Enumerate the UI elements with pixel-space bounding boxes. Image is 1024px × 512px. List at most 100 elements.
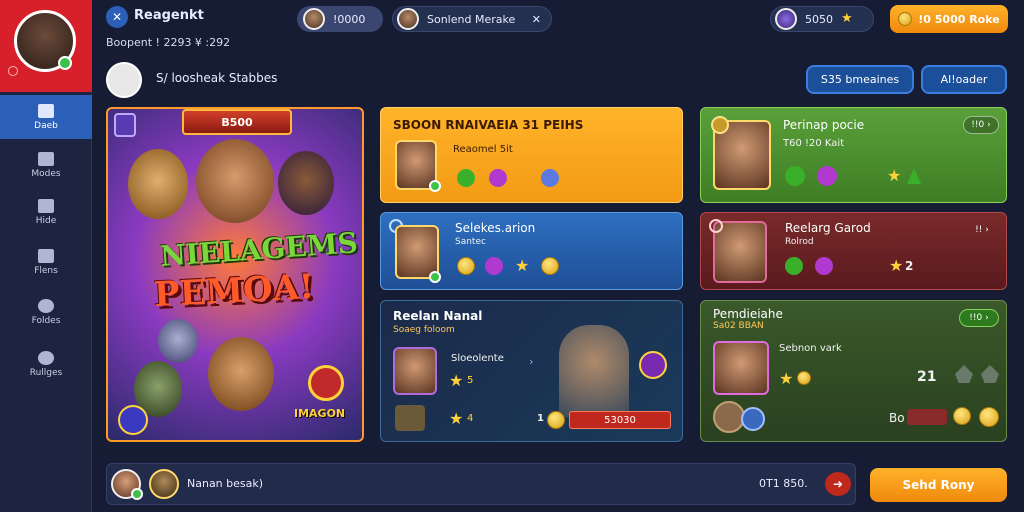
house-icon [981, 365, 999, 383]
hero-badge: B500 [182, 109, 292, 135]
opponent-pill-label: Sonlend Merake [427, 12, 516, 26]
sidebar-item-label: Foldes [31, 315, 61, 326]
character-portrait [713, 341, 769, 395]
emblem-icon [639, 351, 667, 379]
hero-character [208, 337, 274, 411]
star-count: 2 [905, 259, 914, 273]
tournaments-button[interactable]: S35 bmeaines [806, 65, 914, 94]
play-icon [38, 350, 54, 365]
play-button[interactable]: Sehd Rony [870, 468, 1007, 502]
player-stats: Boopent ! 2293 ¥ :292 [106, 36, 231, 49]
sidebar: Daeb Modes Hide Flens Foldes Rullges [0, 0, 92, 512]
sidebar-item-label: Rullges [29, 367, 63, 378]
friend-pill-label: !0000 [333, 12, 366, 26]
sidebar-item-label: Hide [35, 215, 57, 226]
more-button-label: !!0 [971, 120, 985, 130]
coin-icon [898, 12, 913, 26]
sidebar-item-flens[interactable]: Flens [0, 240, 92, 284]
shield-icon [114, 113, 136, 137]
purple-gem-icon [815, 257, 833, 275]
opponent-pill[interactable]: Sonlend Merake ✕ [392, 6, 552, 32]
character-portrait [393, 347, 437, 395]
app-logo-icon: ✕ [106, 6, 128, 28]
card-subtitle: Soaeg foloom [393, 325, 455, 335]
hero-character [196, 139, 274, 223]
up-arrow-icon [907, 168, 921, 184]
user-avatar[interactable] [106, 62, 142, 98]
star-icon: ★ [889, 256, 904, 275]
green-gem-icon [785, 257, 803, 275]
more-button[interactable]: !! › [967, 221, 997, 239]
gem-avatar-icon [775, 8, 797, 30]
coin-icon [953, 407, 971, 425]
card-title: Pemdieiahe [713, 307, 783, 321]
sidebar-item-foldes[interactable]: Foldes [0, 290, 92, 334]
match-bar: Nanan besak) 0T1 850. ➜ [106, 463, 856, 505]
item-bar [907, 409, 947, 425]
hero-corner-label: IMAGON [294, 407, 346, 420]
card-subtitle: Sa02 BBAN [713, 321, 764, 331]
featured-hero-banner[interactable]: B500 NIELAGEMS PEMOA! IMAGON [106, 107, 364, 442]
card-title: Reelan Nanal [393, 309, 483, 323]
loader-button[interactable]: Al!oader [921, 65, 1007, 94]
team-icon [38, 248, 54, 263]
premium-button-label: !0 5000 Roke [918, 12, 1000, 26]
event-card-dark[interactable]: Reelan Nanal Soaeg foloom Sloeolente › ★… [380, 300, 683, 442]
currency-pill[interactable]: 5050 ★ [770, 6, 874, 32]
friend-avatar [303, 8, 325, 30]
purple-gem-icon [817, 166, 837, 186]
coin-icon [547, 411, 565, 429]
card-subtitle: Reaomel 5it [453, 144, 513, 155]
star-icon: ★ [449, 371, 464, 390]
sidebar-item-rullges[interactable]: Rullges [0, 342, 92, 386]
profile-tile[interactable] [0, 0, 92, 92]
event-card-green[interactable]: Perinap pocie T60 !20 Kait !!0 › ★ [700, 107, 1007, 203]
opponent-avatar[interactable] [149, 469, 179, 499]
close-icon[interactable]: ✕ [532, 13, 541, 26]
house-icon [955, 365, 973, 383]
more-button-label: !!0 [969, 313, 983, 323]
home-icon [38, 103, 54, 118]
star-icon: ★ [449, 409, 464, 428]
coin-icon [457, 257, 475, 275]
sidebar-item-hide[interactable]: Hide [0, 190, 92, 234]
star-count: 5 [467, 375, 474, 386]
purple-gem-icon [489, 169, 507, 187]
online-status-icon [131, 488, 143, 500]
notification-icon [8, 66, 18, 76]
modes-icon [38, 151, 54, 166]
event-card-orange[interactable]: SBOON RNAIVAEIA 31 PEIHS Reaomel 5it [380, 107, 683, 203]
more-button[interactable]: !!0 › [959, 309, 999, 327]
emblem-icon[interactable] [308, 365, 344, 401]
status-icon [429, 271, 441, 283]
more-button[interactable]: !!0 › [963, 116, 999, 134]
green-gem-icon [785, 166, 805, 186]
premium-button[interactable]: !0 5000 Roke [890, 5, 1008, 33]
sidebar-item-modes[interactable]: Modes [0, 143, 92, 187]
event-card-olive[interactable]: Pemdieiahe Sa02 BBAN !!0 › Sebnon vark ★… [700, 300, 1007, 442]
power-icon[interactable] [118, 405, 148, 435]
card-subtitle: Rolrod [785, 237, 814, 247]
match-score: 0T1 850. [759, 477, 808, 490]
event-card-blue[interactable]: Selekes.arion Santec ★ [380, 212, 683, 290]
star-icon: ★ [515, 256, 530, 275]
send-arrow-icon[interactable]: ➜ [825, 472, 851, 496]
hero-character [128, 149, 188, 219]
star-icon: ★ [841, 11, 853, 26]
purple-gem-icon [485, 257, 503, 275]
friend-pill[interactable]: !0000 [297, 6, 383, 32]
event-card-red[interactable]: Reelarg Garod Rolrod !! › ★ 2 [700, 212, 1007, 290]
coin-icon [797, 371, 811, 385]
item-count: Bo [889, 411, 905, 425]
opponent-avatar [397, 8, 419, 30]
section-title: S/ loosheak Stabbes [156, 71, 278, 85]
hero-title-line1: NIELAGEMS [159, 226, 359, 273]
sidebar-item-home[interactable]: Daeb [0, 95, 92, 139]
sidebar-item-label: Flens [34, 265, 58, 276]
rank-icon [711, 116, 729, 134]
house-icon [38, 198, 54, 213]
reward-bar[interactable]: 53030 [569, 411, 671, 429]
card-title: Perinap pocie [783, 118, 865, 132]
more-button-label: !! [975, 225, 983, 235]
card-title: SBOON RNAIVAEIA 31 PEIHS [393, 118, 584, 132]
